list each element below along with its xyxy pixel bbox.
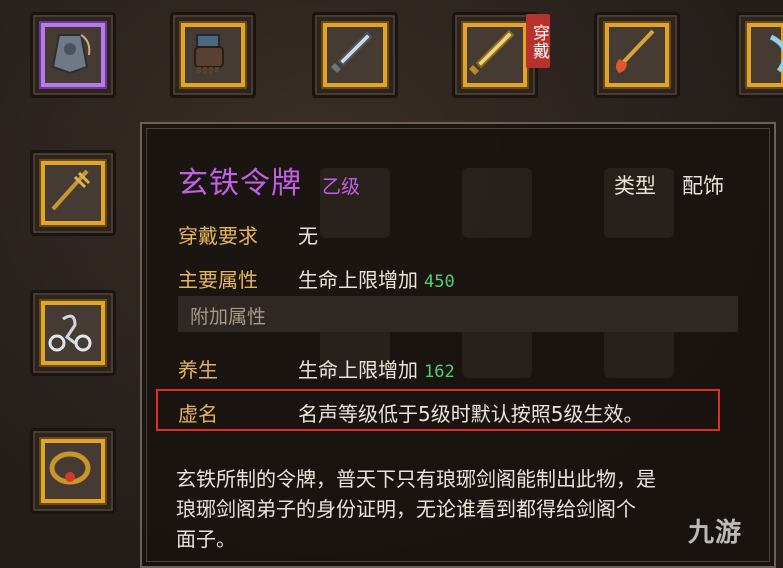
item-description: 玄铁所制的令牌，普天下只有琅琊剑阁能制出此物，是 琅琊剑阁弟子的身份证明，无论谁… [176, 464, 736, 554]
item-name: 玄铁令牌 [178, 166, 302, 201]
token-icon [51, 34, 91, 75]
requirement-label: 穿戴要求 [178, 224, 258, 248]
extra-attr-header: 附加属性 [178, 296, 738, 332]
description-line: 面子。 [176, 527, 236, 551]
item-grade: 乙级 [322, 176, 361, 198]
equip-slot-token[interactable] [30, 12, 116, 98]
equip-slot-flame-spear[interactable] [594, 12, 680, 98]
fame-effect-label: 虚名 [178, 402, 218, 426]
item-tooltip: 玄铁令牌 乙级 类型 配饰 穿戴要求 无 主要属性 生命上限增加 450 附加属性… [140, 122, 776, 568]
equip-slot-sword[interactable] [312, 12, 398, 98]
golden-sword-icon [469, 29, 515, 75]
extra-attr-text: 生命上限增加 [298, 358, 418, 382]
extra-attr-number: 162 [424, 362, 455, 382]
flame-spear-icon [615, 29, 655, 73]
equip-slot-scooter[interactable] [30, 290, 116, 376]
extra-attr-header-label: 附加属性 [190, 306, 267, 328]
description-line: 琅琊剑阁弟子的身份证明，无论谁看到都得给剑阁个 [176, 497, 636, 521]
scooter-icon [48, 314, 92, 352]
bracelet-icon [49, 451, 91, 485]
extra-attr-label: 养生 [178, 358, 218, 382]
equip-slot-gloves[interactable] [170, 12, 256, 98]
staff-icon [51, 169, 91, 211]
equip-slot-blade-partial[interactable] [736, 12, 783, 98]
watermark-logo: 九游 [688, 518, 743, 548]
main-attr-text: 生命上限增加 [298, 268, 418, 292]
equip-slot-bracelet[interactable] [30, 428, 116, 514]
gloves-icon [194, 34, 224, 74]
equip-slot-staff[interactable] [30, 150, 116, 236]
item-type-value: 配饰 [682, 174, 724, 198]
item-type-label: 类型 [614, 174, 656, 198]
curved-blade-icon [769, 34, 783, 73]
equipped-tag: 穿戴 [526, 14, 550, 68]
fame-effect-value: 名声等级低于5级时默认按照5级生效。 [298, 402, 644, 426]
ghost-item-icon [462, 168, 532, 238]
extra-attr-value: 生命上限增加 162 [298, 354, 455, 383]
main-attr-value: 生命上限增加 450 [298, 264, 455, 293]
main-attr-label: 主要属性 [178, 268, 258, 292]
sword-icon [331, 31, 373, 73]
requirement-value: 无 [298, 224, 318, 248]
main-attr-number: 450 [424, 272, 455, 292]
description-line: 玄铁所制的令牌，普天下只有琅琊剑阁能制出此物，是 [176, 467, 656, 491]
